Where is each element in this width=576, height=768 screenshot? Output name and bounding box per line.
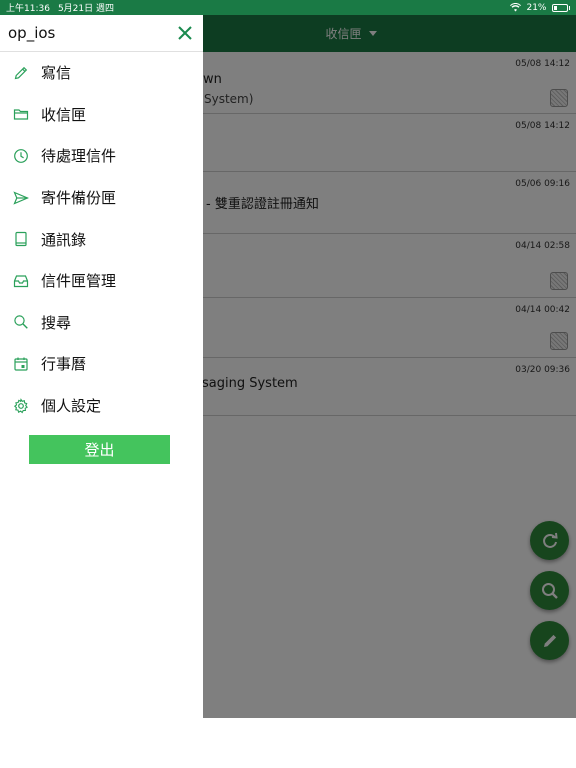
status-time: 上午11:36 bbox=[6, 4, 50, 14]
menu-item-search[interactable]: 搜尋 bbox=[0, 302, 203, 344]
menu-label: 搜尋 bbox=[41, 313, 72, 332]
menu-item-folder-manage[interactable]: 信件匣管理 bbox=[0, 260, 203, 302]
menu-item-sent[interactable]: 寄件備份匣 bbox=[0, 177, 203, 219]
menu-label: 通訊錄 bbox=[41, 230, 87, 249]
menu-label: 信件匣管理 bbox=[41, 272, 117, 291]
menu-label: 個人設定 bbox=[41, 397, 102, 416]
inbox-tray-icon bbox=[12, 272, 29, 289]
menu-item-compose[interactable]: 寫信 bbox=[0, 52, 203, 94]
pencil-icon bbox=[12, 64, 29, 81]
gear-icon bbox=[12, 397, 29, 414]
menu-label: 寫信 bbox=[41, 64, 72, 83]
calendar-icon bbox=[12, 355, 29, 372]
menu-item-pending[interactable]: 待處理信件 bbox=[0, 135, 203, 177]
battery-percent: 21% bbox=[526, 2, 547, 13]
battery-icon bbox=[551, 3, 568, 12]
folder-icon bbox=[12, 106, 29, 123]
menu-item-inbox[interactable]: 收信匣 bbox=[0, 94, 203, 136]
logout-button[interactable]: 登出 bbox=[29, 435, 170, 465]
drawer-menu: 寫信 收信匣 待處理信件 寄件備份匣 通訊錄 信件匣管理 搜尋 行事曆 個人設定 bbox=[0, 52, 203, 426]
menu-label: 行事曆 bbox=[41, 355, 87, 374]
menu-item-settings[interactable]: 個人設定 bbox=[0, 385, 203, 427]
status-bar: 上午11:36 5月21日 週四 21% bbox=[0, 0, 576, 15]
wifi-icon bbox=[510, 3, 522, 12]
send-icon bbox=[12, 189, 29, 206]
menu-label: 收信匣 bbox=[41, 105, 87, 124]
close-button[interactable] bbox=[175, 23, 195, 43]
close-icon bbox=[178, 26, 192, 40]
menu-label: 寄件備份匣 bbox=[41, 189, 117, 208]
clock-icon bbox=[12, 147, 29, 164]
side-drawer: op_ios 寫信 收信匣 待處理信件 寄件備份匣 通訊錄 信件匣管理 搜尋 行… bbox=[0, 15, 203, 718]
menu-item-calendar[interactable]: 行事曆 bbox=[0, 343, 203, 385]
menu-label: 待處理信件 bbox=[41, 147, 117, 166]
book-icon bbox=[12, 231, 29, 248]
menu-item-contacts[interactable]: 通訊錄 bbox=[0, 218, 203, 260]
battery-tip bbox=[568, 5, 570, 10]
username: op_ios bbox=[8, 24, 56, 42]
search-icon bbox=[12, 314, 29, 331]
drawer-header: op_ios bbox=[0, 15, 203, 52]
status-date: 5月21日 週四 bbox=[57, 4, 114, 14]
bottom-area bbox=[0, 718, 576, 768]
